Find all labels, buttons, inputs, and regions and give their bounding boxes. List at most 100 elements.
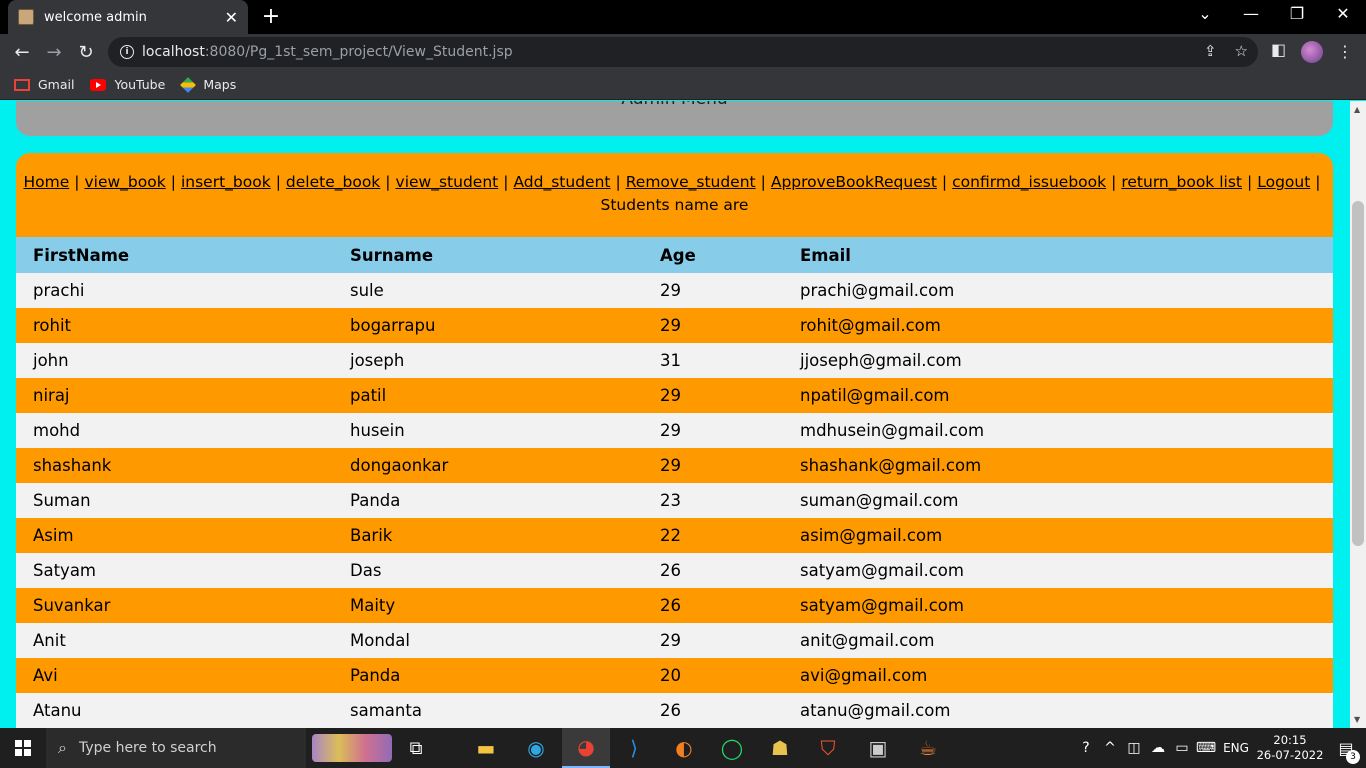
minimize-icon[interactable]: — xyxy=(1241,4,1261,23)
table-row: Suman Panda 23 suman@gmail.com xyxy=(16,483,1333,518)
nav-separator: | xyxy=(170,173,176,191)
nav-insert-book[interactable]: insert_book xyxy=(181,173,271,191)
bookmark-gmail[interactable]: Gmail xyxy=(14,77,74,92)
cell-age: 20 xyxy=(643,658,783,693)
maps-icon xyxy=(180,76,197,93)
scroll-thumb[interactable] xyxy=(1352,201,1364,546)
cell-email: rohit@gmail.com xyxy=(783,308,1333,343)
notifications-icon[interactable]: ▤ 3 xyxy=(1326,739,1366,764)
cell-age: 29 xyxy=(643,308,783,343)
eclipse-icon[interactable]: ◐ xyxy=(660,728,708,768)
admin-header: Admin Menu xyxy=(16,101,1333,136)
nav-return-book-list[interactable]: return_book list xyxy=(1121,173,1242,191)
taskbar-clock[interactable]: 20:15 26-07-2022 xyxy=(1254,733,1326,763)
site-favicon-icon xyxy=(18,9,34,25)
file-explorer-icon[interactable]: ▬ xyxy=(462,728,510,768)
table-row: Atanu samanta 26 atanu@gmail.com xyxy=(16,693,1333,728)
forward-arrow-icon[interactable]: → xyxy=(38,42,70,63)
start-button[interactable] xyxy=(0,740,46,756)
search-placeholder: Type here to search xyxy=(78,740,217,756)
cell-email: mdhusein@gmail.com xyxy=(783,413,1333,448)
cell-firstname: shashank xyxy=(16,448,333,483)
vscode-icon[interactable]: ⟩ xyxy=(610,728,658,768)
cell-email: prachi@gmail.com xyxy=(783,273,1333,308)
side-panel-icon[interactable]: ◧ xyxy=(1271,40,1286,59)
whatsapp-icon[interactable]: ◯ xyxy=(708,728,756,768)
language-indicator[interactable]: ENG xyxy=(1218,741,1254,755)
nav-delete-book[interactable]: delete_book xyxy=(286,173,380,191)
nav-view-book[interactable]: view_book xyxy=(84,173,165,191)
share-icon[interactable]: ⇪ xyxy=(1204,42,1217,60)
profile-avatar[interactable] xyxy=(1301,41,1323,63)
browser-tabstrip: welcome admin ✕ + ⌄ — ❐ ✕ xyxy=(0,0,1366,34)
table-row: shashank dongaonkar 29 shashank@gmail.com xyxy=(16,448,1333,483)
tab-close-icon[interactable]: ✕ xyxy=(225,8,238,27)
nav-separator: | xyxy=(275,173,281,191)
cell-firstname: Asim xyxy=(16,518,333,553)
clock-date: 26-07-2022 xyxy=(1256,748,1324,762)
chrome-browser-icon[interactable]: ◕ xyxy=(562,728,610,768)
task-view-icon[interactable]: ⧉ xyxy=(392,728,440,768)
browser-menu-icon[interactable]: ⋮ xyxy=(1337,42,1353,61)
battery-icon[interactable]: ▭ xyxy=(1170,740,1194,756)
nav-confirmed-issuebook[interactable]: confirmd_issuebook xyxy=(952,173,1106,191)
edge-browser-icon[interactable]: ◉ xyxy=(512,728,560,768)
window-close-icon[interactable]: ✕ xyxy=(1333,4,1353,23)
windows-taskbar: ⌕ Type here to search ⧉ ▬ ◉ ◕ ⟩ ◐ ◯ ☗ ⛉ … xyxy=(0,728,1366,768)
nav-separator: | xyxy=(615,173,621,191)
tray-expand-chevron-icon[interactable]: ^ xyxy=(1098,740,1122,756)
cell-age: 29 xyxy=(643,413,783,448)
scroll-down-arrow-icon[interactable]: ▼ xyxy=(1354,715,1360,724)
cell-age: 26 xyxy=(643,693,783,728)
table-row: Anit Mondal 29 anit@gmail.com xyxy=(16,623,1333,658)
youtube-icon xyxy=(90,78,107,91)
help-icon[interactable]: ? xyxy=(1074,740,1098,756)
reload-icon[interactable]: ↻ xyxy=(70,42,102,63)
cell-surname: bogarrapu xyxy=(333,308,643,343)
nav-home[interactable]: Home xyxy=(23,173,69,191)
table-header-row: FirstName Surname Age Email xyxy=(16,237,1333,273)
meet-now-icon[interactable]: ◫ xyxy=(1122,740,1146,756)
cell-firstname: prachi xyxy=(16,273,333,308)
table-row: rohit bogarrapu 29 rohit@gmail.com xyxy=(16,308,1333,343)
browser-tab-active[interactable]: welcome admin ✕ xyxy=(8,0,248,34)
tab-search-chevron-icon[interactable]: ⌄ xyxy=(1195,4,1215,23)
bookmark-maps[interactable]: Maps xyxy=(180,76,237,93)
tab-title: welcome admin xyxy=(44,9,147,25)
cell-firstname: Avi xyxy=(16,658,333,693)
cell-age: 29 xyxy=(643,378,783,413)
nav-add-student[interactable]: Add_student xyxy=(513,173,610,191)
nav-remove-student[interactable]: Remove_student xyxy=(626,173,756,191)
nav-logout[interactable]: Logout xyxy=(1257,173,1310,191)
search-highlight-image xyxy=(312,734,392,762)
terminal-icon[interactable]: ▣ xyxy=(854,728,902,768)
site-info-icon[interactable]: i xyxy=(120,45,134,59)
brave-browser-icon[interactable]: ⛉ xyxy=(804,728,852,768)
cell-surname: Das xyxy=(333,553,643,588)
cell-surname: dongaonkar xyxy=(333,448,643,483)
bookmark-label: Maps xyxy=(203,77,237,92)
page-scrollbar[interactable]: ▲ ▼ xyxy=(1350,101,1366,728)
java-icon[interactable]: ☕ xyxy=(904,728,952,768)
restore-icon[interactable]: ❐ xyxy=(1287,4,1307,23)
bookmark-star-icon[interactable]: ☆ xyxy=(1235,42,1248,60)
clock-time: 20:15 xyxy=(1273,733,1307,747)
new-tab-button[interactable]: + xyxy=(260,4,282,29)
nav-approve-book-request[interactable]: ApproveBookRequest xyxy=(771,173,937,191)
cell-age: 29 xyxy=(643,273,783,308)
bookmark-youtube[interactable]: YouTube xyxy=(90,77,165,92)
nav-view-student[interactable]: view_student xyxy=(396,173,499,191)
cell-firstname: mohd xyxy=(16,413,333,448)
keyboard-icon[interactable]: ⌨ xyxy=(1194,740,1218,756)
cell-email: avi@gmail.com xyxy=(783,658,1333,693)
cell-firstname: Suman xyxy=(16,483,333,518)
back-arrow-icon[interactable]: ← xyxy=(6,42,38,63)
address-bar[interactable]: i localhost :8080/Pg_1st_sem_project/Vie… xyxy=(108,37,1258,67)
gmail-icon xyxy=(14,78,30,91)
tomcat-icon[interactable]: ☗ xyxy=(756,728,804,768)
cell-email: jjoseph@gmail.com xyxy=(783,343,1333,378)
onedrive-icon[interactable]: ☁ xyxy=(1146,740,1170,756)
scroll-up-arrow-icon[interactable]: ▲ xyxy=(1354,105,1360,114)
column-header-firstname: FirstName xyxy=(16,237,333,273)
taskbar-search-box[interactable]: ⌕ Type here to search xyxy=(46,728,306,768)
